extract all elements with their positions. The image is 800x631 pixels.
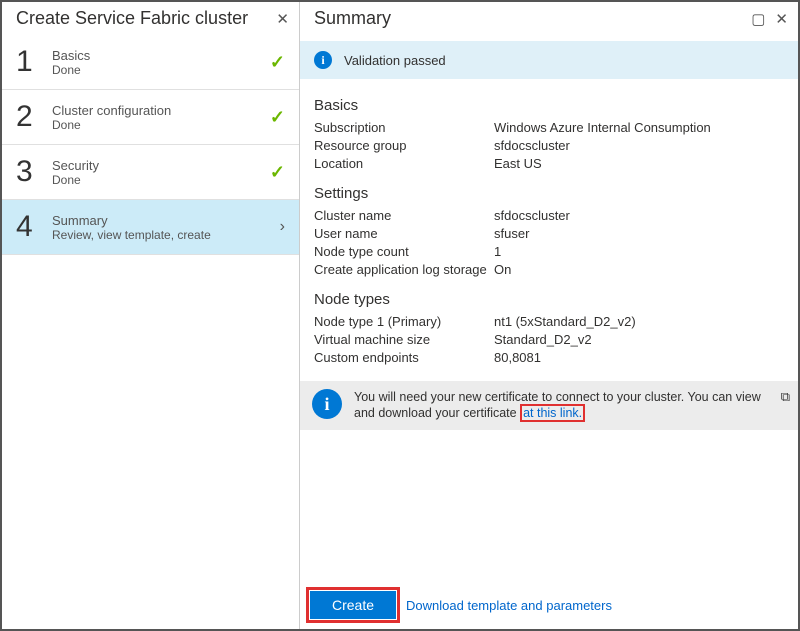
- field-value: Standard_D2_v2: [494, 332, 784, 347]
- nodetypes-grid: Node type 1 (Primary)nt1 (5xStandard_D2_…: [314, 314, 784, 365]
- create-button[interactable]: Create: [310, 591, 396, 619]
- info-icon: i: [314, 51, 332, 69]
- field-value: 1: [494, 244, 784, 259]
- field-label: Resource group: [314, 138, 494, 153]
- wizard-title-bar: Create Service Fabric cluster ✕: [2, 2, 299, 35]
- field-label: Cluster name: [314, 208, 494, 223]
- step-subtitle: Done: [52, 63, 270, 77]
- wizard-step-1[interactable]: 1BasicsDone✓: [2, 35, 299, 90]
- step-subtitle: Done: [52, 173, 270, 187]
- settings-grid: Cluster namesfdocsclusterUser namesfuser…: [314, 208, 784, 277]
- step-number: 2: [16, 100, 52, 134]
- summary-title: Summary: [314, 8, 391, 29]
- step-title: Security: [52, 158, 270, 173]
- step-number: 1: [16, 45, 52, 79]
- validation-banner: i Validation passed: [300, 41, 798, 79]
- field-label: Subscription: [314, 120, 494, 135]
- step-number: 4: [16, 210, 52, 244]
- step-number: 3: [16, 155, 52, 189]
- step-title: Summary: [52, 213, 280, 228]
- summary-panel: Summary ▢ ✕ i Validation passed Basics S…: [300, 2, 798, 629]
- summary-title-bar: Summary ▢ ✕: [300, 2, 798, 35]
- field-label: Node type 1 (Primary): [314, 314, 494, 329]
- field-label: Custom endpoints: [314, 350, 494, 365]
- field-label: Create application log storage: [314, 262, 494, 277]
- check-icon: ✓: [270, 52, 285, 73]
- certificate-info-box: i You will need your new certificate to …: [300, 381, 798, 430]
- step-subtitle: Done: [52, 118, 270, 132]
- certificate-message: You will need your new certificate to co…: [354, 389, 786, 422]
- section-settings-heading: Settings: [314, 185, 784, 202]
- basics-grid: SubscriptionWindows Azure Internal Consu…: [314, 120, 784, 171]
- wizard-step-3[interactable]: 3SecurityDone✓: [2, 145, 299, 200]
- close-icon[interactable]: ✕: [775, 10, 788, 28]
- check-icon: ✓: [270, 107, 285, 128]
- wizard-step-2[interactable]: 2Cluster configurationDone✓: [2, 90, 299, 145]
- certificate-link[interactable]: at this link.: [520, 404, 585, 422]
- field-value: sfdocscluster: [494, 138, 784, 153]
- field-value: nt1 (5xStandard_D2_v2): [494, 314, 784, 329]
- action-bar: Create Download template and parameters: [300, 583, 798, 629]
- field-value: sfdocscluster: [494, 208, 784, 223]
- step-title: Basics: [52, 48, 270, 63]
- field-value: East US: [494, 156, 784, 171]
- validation-text: Validation passed: [344, 53, 446, 68]
- section-nodetypes-heading: Node types: [314, 291, 784, 308]
- field-label: Node type count: [314, 244, 494, 259]
- close-icon[interactable]: ✕: [276, 10, 289, 28]
- field-value: sfuser: [494, 226, 784, 241]
- field-label: Location: [314, 156, 494, 171]
- step-subtitle: Review, view template, create: [52, 228, 280, 242]
- field-label: User name: [314, 226, 494, 241]
- download-template-link[interactable]: Download template and parameters: [406, 598, 612, 613]
- wizard-steps-panel: Create Service Fabric cluster ✕ 1BasicsD…: [2, 2, 300, 629]
- field-value: 80,8081: [494, 350, 784, 365]
- info-icon: i: [312, 389, 342, 419]
- field-value: On: [494, 262, 784, 277]
- wizard-title: Create Service Fabric cluster: [16, 8, 248, 29]
- field-value: Windows Azure Internal Consumption: [494, 120, 784, 135]
- chevron-right-icon: ›: [280, 218, 285, 236]
- step-title: Cluster configuration: [52, 103, 270, 118]
- check-icon: ✓: [270, 162, 285, 183]
- maximize-icon[interactable]: ▢: [751, 10, 765, 28]
- field-label: Virtual machine size: [314, 332, 494, 347]
- section-basics-heading: Basics: [314, 97, 784, 114]
- wizard-step-4[interactable]: 4SummaryReview, view template, create›: [2, 200, 299, 255]
- popout-icon[interactable]: ⧉: [781, 389, 790, 405]
